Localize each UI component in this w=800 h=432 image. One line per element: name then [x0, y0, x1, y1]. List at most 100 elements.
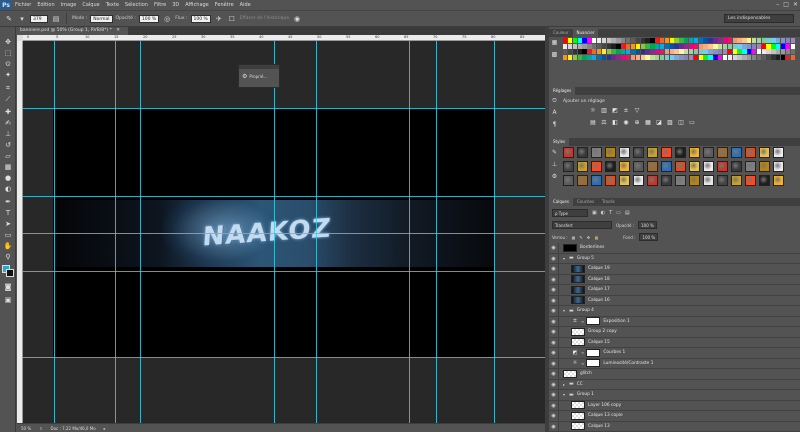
color-swatch[interactable] [679, 54, 684, 60]
gradient-map-adjustment-icon[interactable]: ▭ [688, 119, 696, 127]
layer-row[interactable]: ◉ Calque 15 [549, 337, 800, 348]
style-preset[interactable] [619, 147, 630, 158]
color-swatch[interactable] [587, 49, 592, 54]
layer-group-row[interactable]: ◉ ▸ ▬ CC [549, 379, 800, 390]
color-swatch[interactable] [611, 54, 616, 60]
color-swatch[interactable] [572, 43, 578, 49]
layer-name[interactable]: Courbes 1 [603, 350, 625, 355]
style-preset[interactable] [703, 147, 714, 158]
color-swatch[interactable] [708, 49, 713, 54]
visibility-eye-icon[interactable]: ◉ [549, 285, 559, 295]
style-preset[interactable] [731, 147, 742, 158]
color-swatch[interactable] [625, 38, 631, 43]
crop-tool-icon[interactable]: ⌗ [2, 83, 14, 93]
blend-mode-select[interactable]: Transfert [552, 221, 612, 229]
style-preset[interactable] [759, 147, 770, 158]
color-swatch[interactable] [563, 49, 568, 54]
color-swatch[interactable] [718, 38, 723, 43]
chain-link-icon[interactable]: ∞ [581, 350, 584, 355]
layer-group-row[interactable]: ◉ ▾ ▬ Group 4 [549, 306, 800, 317]
swatches-panel-icon[interactable]: ▩ [551, 51, 558, 59]
style-preset[interactable] [745, 161, 756, 172]
color-swatch[interactable] [766, 54, 771, 60]
visibility-eye-icon[interactable]: ◉ [549, 316, 559, 326]
style-preset[interactable] [563, 147, 574, 158]
horizontal-guide[interactable] [23, 196, 545, 197]
color-swatch[interactable] [747, 38, 752, 43]
filter-adjustment-icon[interactable]: ◐ [601, 210, 605, 216]
color-swatch[interactable] [742, 43, 747, 49]
tab-channels[interactable]: Couches [573, 198, 598, 206]
color-swatch[interactable] [669, 38, 674, 43]
type-panel-icon[interactable]: A [551, 109, 558, 117]
layer-thumbnail[interactable] [571, 338, 585, 347]
color-swatch[interactable] [563, 38, 568, 43]
color-swatch[interactable] [625, 43, 631, 49]
color-lookup-adjustment-icon[interactable]: ▦ [644, 119, 652, 127]
style-preset[interactable] [633, 161, 644, 172]
color-swatch[interactable] [785, 49, 791, 54]
color-swatch[interactable] [693, 43, 699, 49]
mode-select[interactable]: Normal [90, 14, 113, 23]
color-swatch[interactable] [616, 43, 621, 49]
marquee-tool-icon[interactable]: ⬚ [2, 48, 14, 58]
style-preset[interactable] [619, 175, 630, 186]
color-swatch[interactable] [776, 49, 781, 54]
color-swatch[interactable] [718, 43, 723, 49]
horizontal-guide[interactable] [23, 108, 545, 109]
canvas-area[interactable]: NAAKOZ [23, 41, 545, 423]
color-swatch[interactable] [693, 38, 699, 43]
layer-name[interactable]: Calque 17 [588, 287, 610, 292]
style-preset[interactable] [773, 147, 784, 158]
properties-float-panel[interactable]: ⚙ Proprié... [238, 64, 280, 88]
style-preset[interactable] [605, 161, 616, 172]
color-swatch[interactable] [650, 54, 655, 60]
color-swatch[interactable] [596, 54, 602, 60]
invert-adjustment-icon[interactable]: ◪ [655, 119, 663, 127]
color-swatch[interactable] [669, 49, 674, 54]
tab-color[interactable]: Couleur [549, 29, 573, 37]
color-swatch[interactable] [713, 38, 718, 43]
exposure-adjustment-icon[interactable]: ± [622, 107, 630, 115]
airbrush-icon[interactable]: ✈ [214, 14, 224, 24]
color-swatch[interactable] [742, 49, 747, 54]
lock-transparency-icon[interactable]: ▦ [572, 235, 576, 240]
color-swatch[interactable] [577, 43, 582, 49]
stamp-tool-icon[interactable]: ⊥ [2, 129, 14, 139]
layer-row[interactable]: ◉ ☼ ∞ Luminosité/Contraste 1 [549, 358, 800, 369]
color-swatch[interactable] [630, 43, 636, 49]
color-swatch[interactable] [747, 43, 752, 49]
color-swatch[interactable] [766, 49, 771, 54]
layer-group-row[interactable]: ◉ ▾ ▬ Group 1 [549, 390, 800, 401]
color-swatch[interactable] [732, 43, 737, 49]
color-swatch[interactable] [756, 49, 762, 54]
magic-wand-tool-icon[interactable]: ✦ [2, 70, 14, 80]
layer-thumbnail[interactable] [571, 411, 585, 420]
style-preset[interactable] [619, 161, 630, 172]
brush-tool-icon[interactable]: ✍ [2, 118, 14, 128]
visibility-eye-icon[interactable]: ◉ [549, 264, 559, 274]
style-preset[interactable] [731, 161, 742, 172]
layer-opacity-field[interactable]: 100 % [638, 221, 657, 229]
color-swatch[interactable] [732, 49, 737, 54]
color-swatch[interactable] [713, 54, 718, 60]
chain-link-icon[interactable]: ∞ [581, 361, 584, 366]
vibrance-adjustment-icon[interactable]: ▽ [633, 107, 641, 115]
color-swatch[interactable] [592, 49, 597, 54]
color-swatch[interactable] [640, 54, 645, 60]
color-swatch[interactable] [664, 54, 670, 60]
horizontal-guide[interactable] [23, 233, 545, 234]
style-preset[interactable] [703, 175, 714, 186]
style-preset[interactable] [689, 147, 700, 158]
vertical-guide[interactable] [115, 41, 116, 423]
color-swatch[interactable] [655, 43, 660, 49]
color-swatch[interactable] [601, 54, 607, 60]
style-preset[interactable] [675, 161, 686, 172]
style-preset[interactable] [773, 161, 784, 172]
color-swatch[interactable] [616, 54, 621, 60]
color-swatch[interactable] [621, 43, 626, 49]
layer-row[interactable]: ◉ Borderlines [549, 243, 800, 254]
chevron-right-icon[interactable]: ▸ [104, 426, 106, 431]
color-swatch[interactable] [669, 43, 674, 49]
color-swatch[interactable] [722, 54, 728, 60]
